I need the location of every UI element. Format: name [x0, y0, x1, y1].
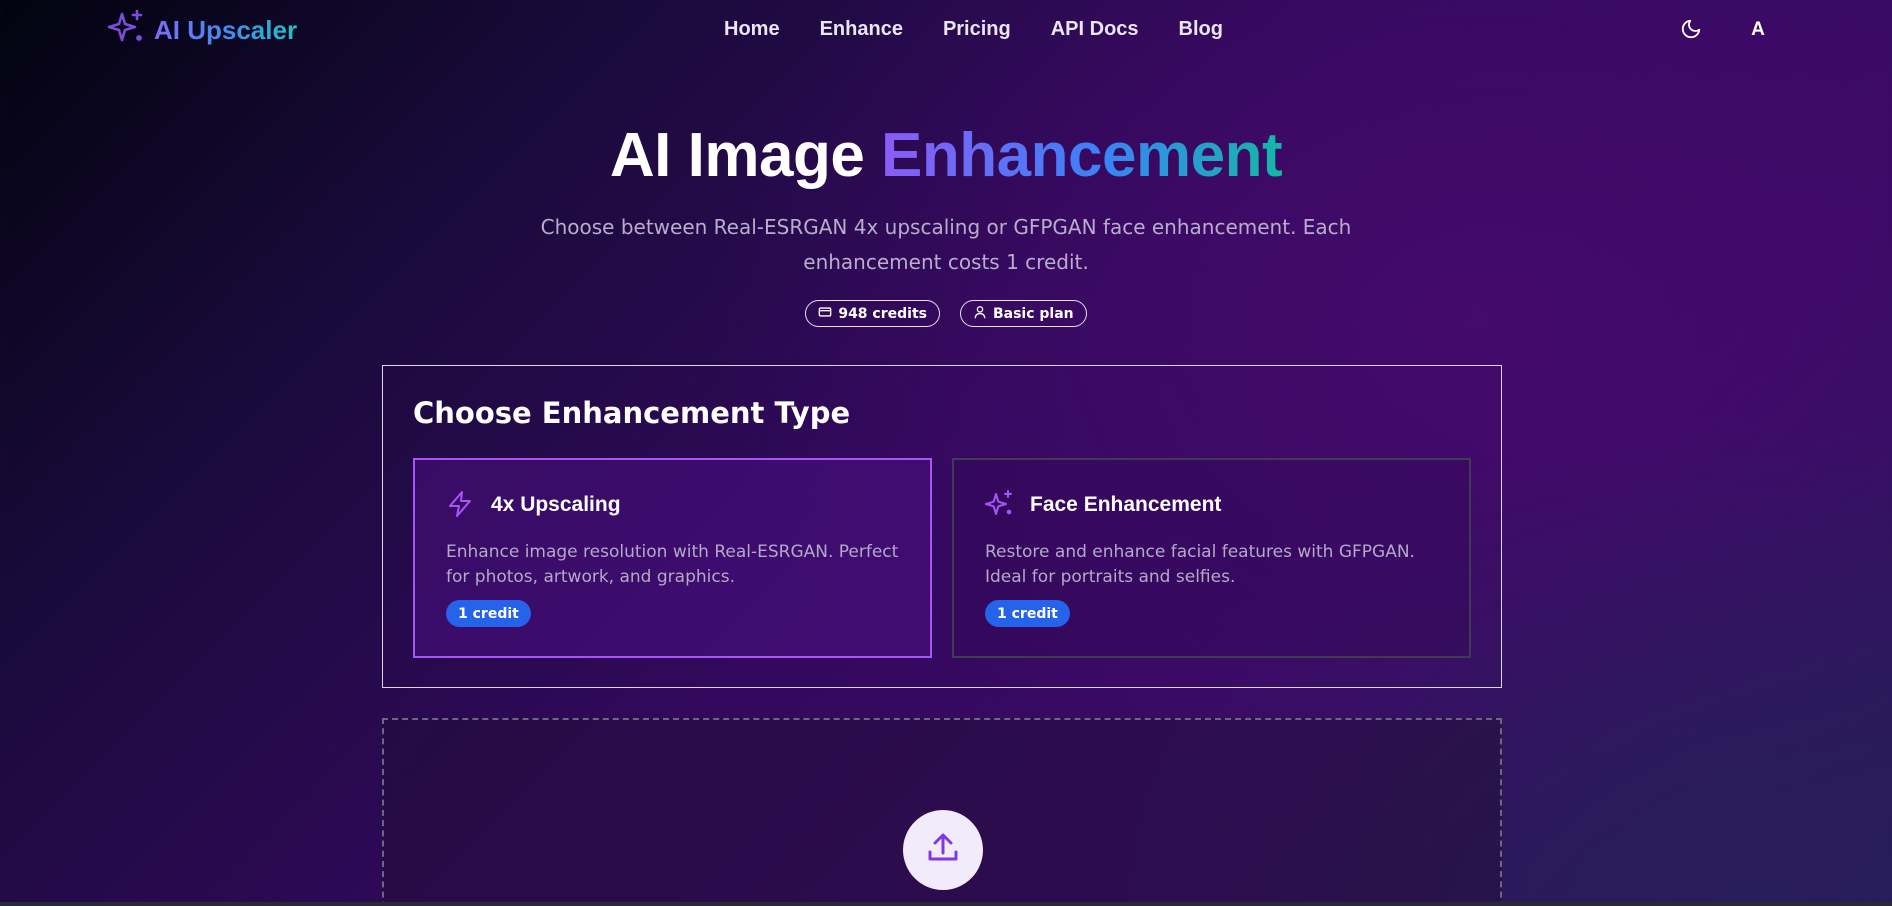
option-face-enhancement[interactable]: Face Enhancement Restore and enhance fac… [952, 458, 1471, 658]
credit-card-icon [818, 305, 832, 323]
account-badges: 948 credits Basic plan [0, 300, 1892, 327]
logo-link[interactable]: AI Upscaler [106, 8, 298, 53]
nav-home[interactable]: Home [724, 18, 780, 41]
main-nav: Home Enhance Pricing API Docs Blog [724, 18, 1223, 41]
plan-badge: Basic plan [959, 300, 1087, 327]
moon-icon [1680, 19, 1702, 44]
credit-cost-badge: 1 credit [985, 600, 1070, 627]
page-title-plain: AI Image [609, 121, 882, 190]
page-subtitle: Choose between Real-ESRGAN 4x upscaling … [540, 215, 1352, 274]
option-4x-upscaling[interactable]: 4x Upscaling Enhance image resolution wi… [413, 458, 932, 658]
credits-badge: 948 credits [805, 300, 940, 327]
option-description: Restore and enhance facial features with… [985, 542, 1415, 587]
nav-pricing[interactable]: Pricing [943, 18, 1011, 41]
nav-enhance[interactable]: Enhance [820, 18, 903, 41]
top-navigation-bar: AI Upscaler Home Enhance Pricing API Doc… [0, 0, 1892, 62]
nav-blog[interactable]: Blog [1179, 18, 1223, 41]
zap-icon [445, 489, 475, 519]
page-title-accent: Enhancement [881, 121, 1283, 190]
upload-button[interactable] [903, 810, 983, 890]
enhancement-type-title: Choose Enhancement Type [413, 396, 851, 430]
plan-badge-label: Basic plan [992, 305, 1074, 322]
window-bottom-edge [0, 902, 1892, 906]
nav-api-docs[interactable]: API Docs [1051, 18, 1139, 41]
upload-icon [923, 828, 963, 873]
credits-badge-label: 948 credits [838, 305, 927, 322]
credit-cost-badge: 1 credit [446, 600, 531, 627]
theme-toggle-button[interactable] [1680, 18, 1704, 42]
option-title: Face Enhancement [1030, 493, 1222, 516]
user-avatar-button[interactable]: A [1744, 14, 1772, 46]
logo-text: AI Upscaler [154, 14, 298, 45]
option-title: 4x Upscaling [491, 493, 621, 516]
sparkles-icon [106, 8, 146, 53]
upload-drop-zone[interactable] [382, 718, 1502, 906]
page-title: AI Image Enhancement [0, 120, 1892, 191]
sparkles-icon [984, 489, 1014, 519]
enhancement-type-card: Choose Enhancement Type 4x Upscaling Enh… [382, 365, 1502, 688]
option-description: Enhance image resolution with Real-ESRGA… [446, 542, 899, 587]
user-icon [973, 305, 987, 323]
